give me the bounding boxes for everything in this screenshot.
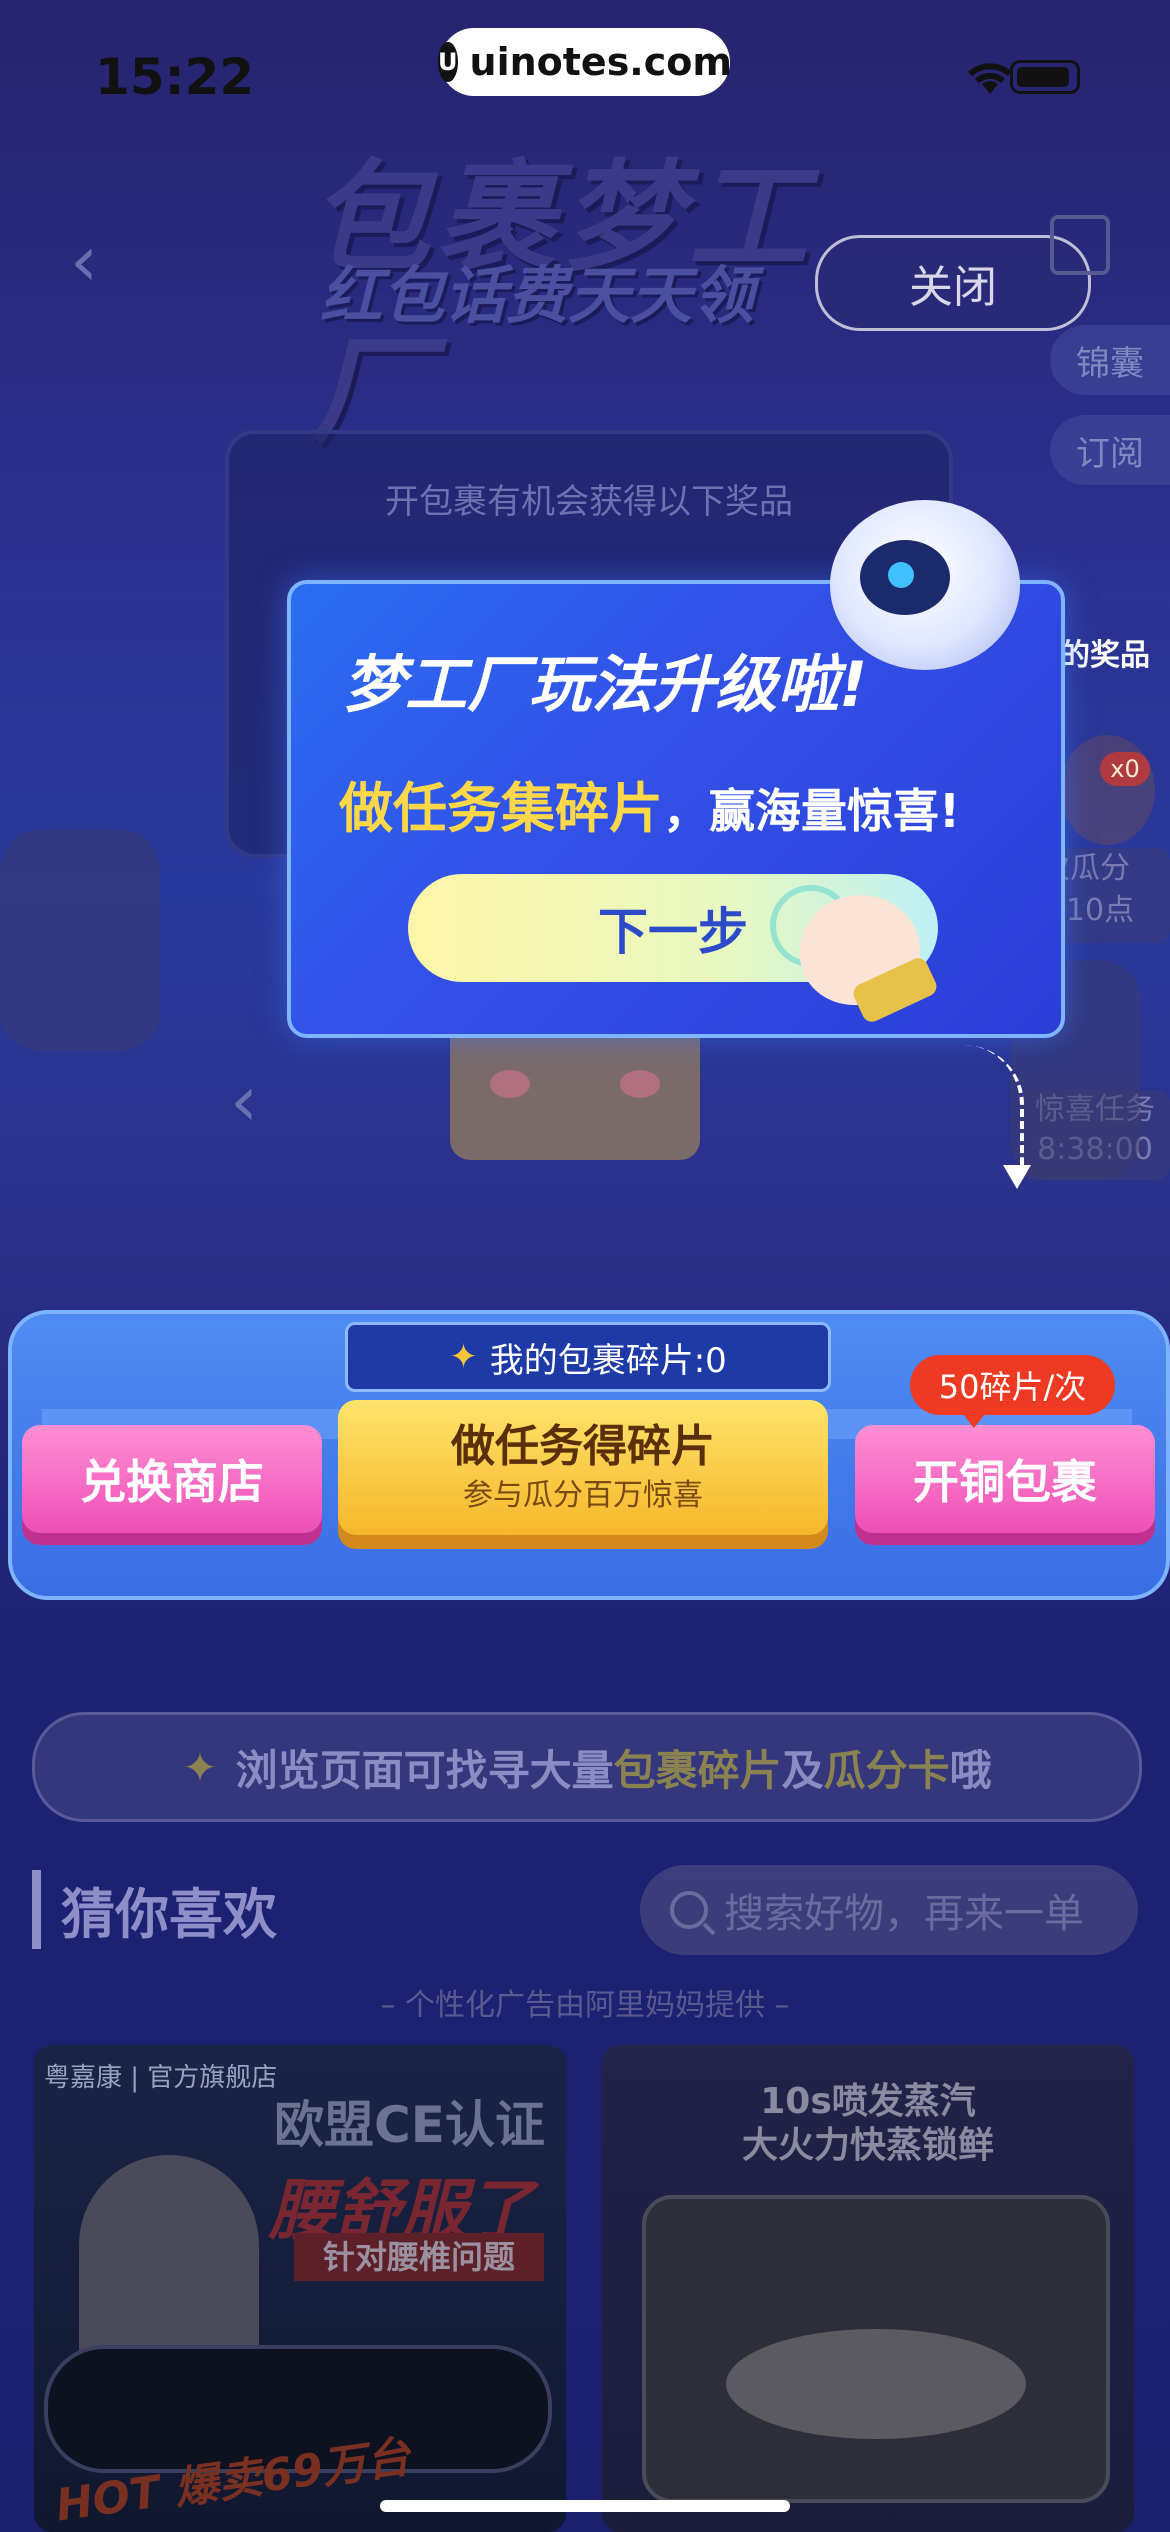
search-placeholder: 搜索好物，再来一单 [724, 1891, 1084, 1937]
open-copper-package-button[interactable]: 开铜包裹 [855, 1425, 1155, 1533]
do-tasks-button[interactable]: 做任务得碎片 参与瓜分百万惊喜 [338, 1400, 828, 1535]
mascot-eye [888, 562, 914, 588]
left-arrow-icon[interactable]: ‹ [230, 1060, 258, 1142]
product2-line1: 10s喷发蒸汽 [760, 2081, 976, 2122]
side-count-badge: x0 [1100, 752, 1150, 786]
popup-title: 梦工厂玩法升级啦! [343, 648, 868, 721]
puzzle-icon: ✦ [449, 1337, 478, 1377]
do-tasks-label: 做任务得碎片 [451, 1421, 715, 1472]
info-part1: 浏览页面可找寻大量包裹碎片及瓜分卡哦 [235, 1745, 992, 1795]
prize-text: 开包裹有机会获得以下奖品 [385, 482, 793, 522]
product2-steamer-image [642, 2195, 1110, 2503]
guess-you-like-title: 猜你喜欢 [32, 1870, 277, 1949]
popup-rest: ，赢海量惊喜! [663, 784, 960, 838]
url-pill: U uinotes.com [438, 28, 732, 96]
my-shards-bar: ✦ 我的包裹碎片:0 [345, 1322, 831, 1392]
astronaut-mascot-icon [830, 500, 1020, 670]
uinotes-logo-icon: U [438, 42, 458, 82]
tips-tag[interactable]: 锦囊 [1050, 325, 1170, 395]
popup-highlight: 做任务集碎片 [339, 777, 663, 840]
url-text: uinotes.com [469, 40, 732, 84]
cost-badge: 50碎片/次 [910, 1355, 1115, 1415]
cost-badge-tail [960, 1410, 988, 1428]
product-card-2[interactable]: 10s喷发蒸汽 大火力快蒸锁鲜 [602, 2045, 1134, 2532]
status-time: 15:22 [95, 48, 255, 106]
product2-plate [726, 2329, 1026, 2439]
product-card-1[interactable]: 粤嘉康 | 官方旗舰店 欧盟CE认证 腰舒服了 针对腰椎问题 HOT 爆卖69万… [34, 2045, 566, 2532]
back-chevron-icon[interactable]: ‹ [70, 220, 98, 302]
mascot-visor [860, 540, 950, 615]
search-icon [670, 1891, 708, 1929]
battery-icon [1010, 60, 1080, 94]
home-indicator[interactable] [380, 2500, 790, 2512]
mascot-small-icon: ✦ [182, 1742, 218, 1792]
ad-note: – 个性化广告由阿里妈妈提供 – [380, 1988, 790, 2023]
side-prize-label[interactable]: 的奖品 [1060, 630, 1150, 674]
product2-headline: 10s喷发蒸汽 大火力快蒸锁鲜 [602, 2080, 1134, 2168]
product2-line2: 大火力快蒸锁鲜 [741, 2125, 994, 2166]
box-cheek-right [620, 1070, 660, 1098]
box-cheek-left [490, 1070, 530, 1098]
do-tasks-sub: 参与瓜分百万惊喜 [463, 1478, 703, 1513]
product1-line3: 针对腰椎问题 [294, 2233, 544, 2281]
exchange-store-button[interactable]: 兑换商店 [22, 1425, 322, 1533]
robot-arm-left [0, 830, 160, 1050]
product1-line1: 欧盟CE认证 [274, 2096, 545, 2154]
guide-arrow-tip-icon [1003, 1165, 1031, 1189]
my-shards-label: 我的包裹碎片:0 [489, 1340, 727, 1381]
popup-subtitle: 做任务集碎片，赢海量惊喜! [339, 764, 960, 843]
product1-brand: 粤嘉康 | 官方旗舰店 [44, 2063, 278, 2093]
side-reward-icon[interactable] [1060, 735, 1155, 845]
info-strip[interactable]: ✦ 浏览页面可找寻大量包裹碎片及瓜分卡哦 [32, 1712, 1142, 1822]
subscribe-tag[interactable]: 订阅 [1050, 415, 1170, 485]
share-icon[interactable] [1050, 215, 1110, 275]
title-line2: 红包话费天天领 [320, 259, 755, 332]
search-input[interactable]: 搜索好物，再来一单 [640, 1865, 1138, 1955]
